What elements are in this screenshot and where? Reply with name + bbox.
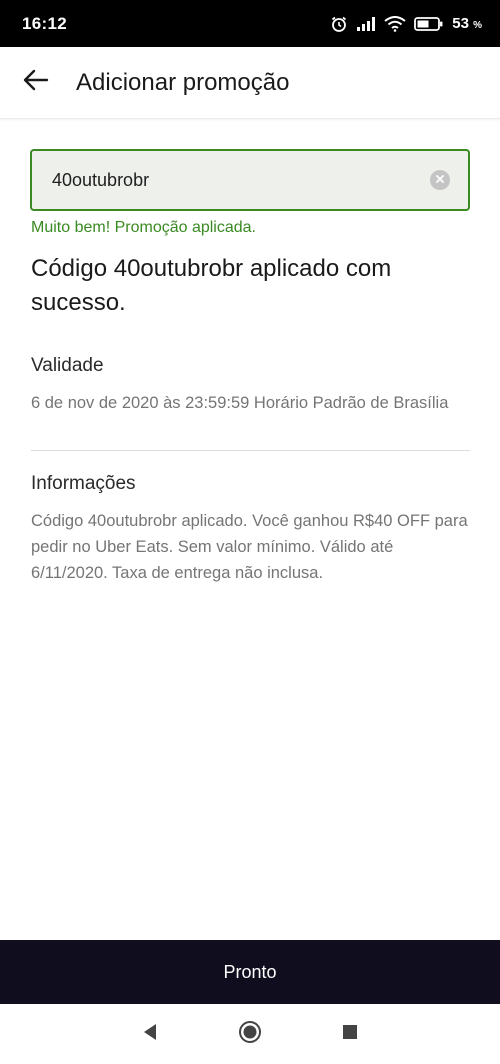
alarm-icon: [330, 15, 348, 33]
success-headline: Código 40outubrobr aplicado com sucesso.: [31, 255, 392, 316]
nav-recents-button[interactable]: [320, 1004, 380, 1064]
info-text: Código 40outubrobr aplicado. Você ganhou…: [31, 512, 468, 582]
status-icons: 53 %: [330, 15, 482, 33]
pronto-button[interactable]: Pronto: [0, 940, 500, 1004]
divider: [31, 450, 470, 451]
nav-back-button[interactable]: [120, 1004, 180, 1064]
clear-button[interactable]: [430, 170, 450, 190]
success-message: Muito bem! Promoção aplicada.: [31, 219, 256, 236]
clear-icon: [435, 171, 445, 189]
promo-code-input[interactable]: [52, 169, 430, 191]
arrow-left-icon: [23, 69, 49, 96]
status-bar: 16:12 53 %: [0, 0, 500, 47]
status-time: 16:12: [22, 13, 67, 33]
back-triangle-icon: [142, 1023, 158, 1046]
home-circle-icon: [238, 1020, 262, 1049]
back-button[interactable]: [0, 47, 72, 119]
validity-text: 6 de nov de 2020 às 23:59:59 Horário Pad…: [31, 394, 449, 412]
signal-icon: [356, 16, 376, 32]
battery-icon: [414, 16, 444, 32]
promo-code-field[interactable]: [30, 149, 470, 211]
battery-percent: 53 %: [452, 15, 482, 32]
info-label: Informações: [31, 473, 136, 494]
recents-square-icon: [342, 1024, 358, 1045]
page-title: Adicionar promoção: [76, 68, 290, 96]
navigation-bar: [0, 1004, 500, 1064]
app-bar: Adicionar promoção: [0, 47, 500, 119]
validity-label: Validade: [31, 355, 104, 376]
wifi-icon: [384, 15, 406, 32]
nav-home-button[interactable]: [220, 1004, 280, 1064]
